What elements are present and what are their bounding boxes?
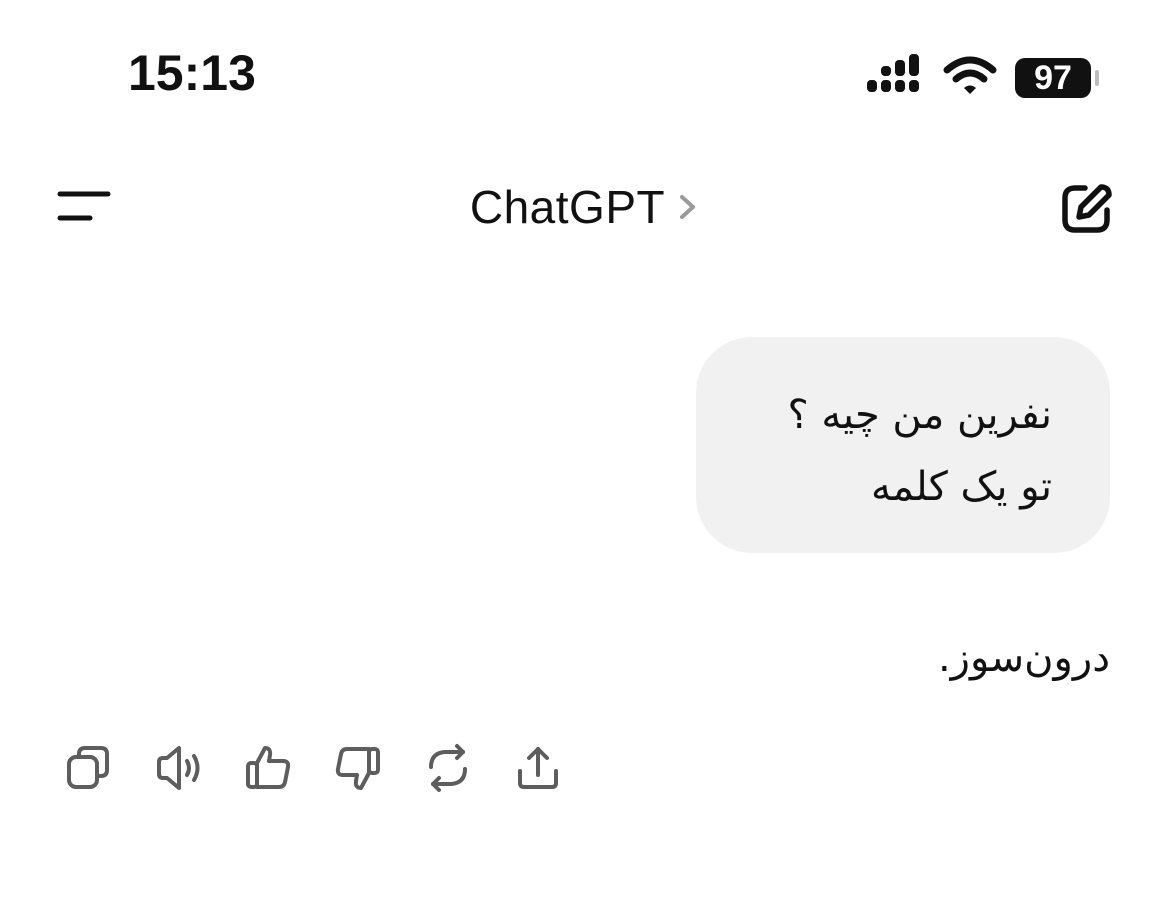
share-button[interactable] xyxy=(510,740,566,796)
thumbs-up-icon xyxy=(246,746,291,789)
read-aloud-button[interactable] xyxy=(150,740,206,796)
message-actions xyxy=(60,740,600,796)
copy-button[interactable] xyxy=(60,740,116,796)
battery-icon: 97 xyxy=(1015,58,1099,98)
status-time: 15:13 xyxy=(128,45,256,101)
signal-icon xyxy=(867,53,925,103)
bad-response-button[interactable] xyxy=(330,740,386,796)
battery-level: 97 xyxy=(1034,58,1072,97)
new-chat-button[interactable] xyxy=(1059,182,1113,236)
share-icon xyxy=(518,747,558,789)
regenerate-button[interactable] xyxy=(420,740,476,796)
user-message-bubble: نفرین من چیه ؟ تو یک کلمه xyxy=(696,337,1110,553)
user-message-line: تو یک کلمه xyxy=(870,464,1052,510)
wifi-icon xyxy=(943,56,997,101)
compose-icon xyxy=(1062,184,1112,233)
good-response-button[interactable] xyxy=(240,740,296,796)
model-selector[interactable]: ChatGPT xyxy=(0,180,1169,234)
thumbs-down-icon xyxy=(335,747,380,790)
user-message-line: نفرین من چیه ؟ xyxy=(787,392,1052,438)
page-title: ChatGPT xyxy=(469,181,666,233)
regenerate-icon xyxy=(429,744,467,792)
chevron-right-icon xyxy=(680,195,696,219)
status-indicators: 97 xyxy=(867,53,1099,103)
read-aloud-icon xyxy=(157,746,200,790)
assistant-message: درون‌سوز. xyxy=(937,635,1110,681)
copy-icon xyxy=(67,746,109,789)
battery-tip xyxy=(1095,70,1099,86)
